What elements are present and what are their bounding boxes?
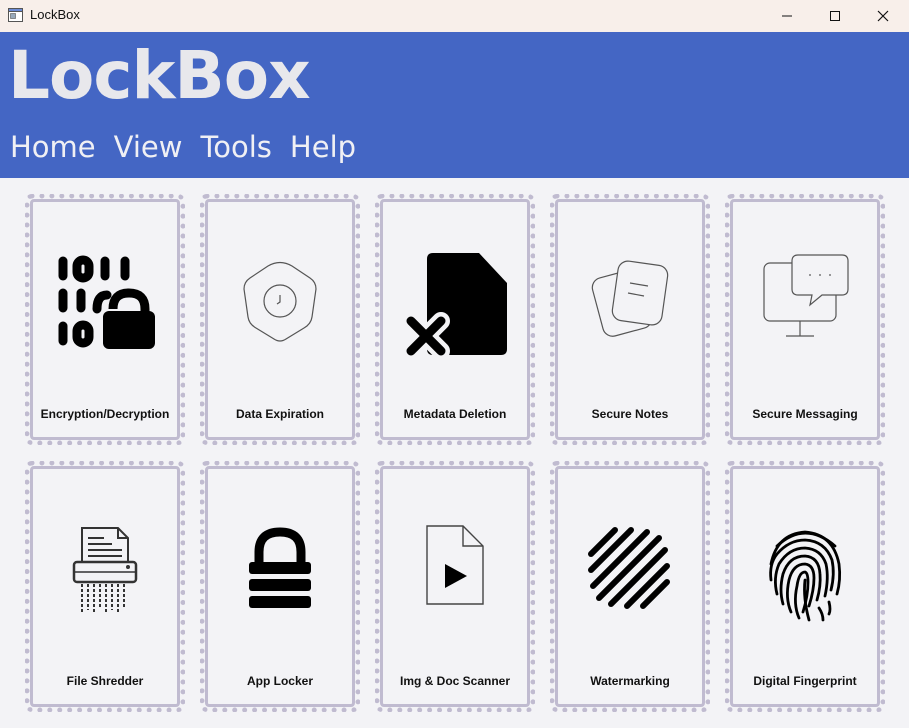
tool-card-watermarking[interactable]: Watermarking (550, 461, 710, 712)
tool-card-metadata-deletion[interactable]: Metadata Deletion (375, 194, 535, 445)
app-header: LockBox Home View Tools Help (0, 32, 909, 178)
tool-card-digital-fingerprint[interactable]: Digital Fingerprint (725, 461, 885, 712)
tool-label: Encryption/Decryption (40, 407, 170, 421)
tool-card-file-shredder[interactable]: File Shredder (25, 461, 185, 712)
minimize-icon (782, 15, 792, 17)
minimize-button[interactable] (764, 0, 810, 32)
menu-help[interactable]: Help (290, 133, 356, 162)
padlock-icon (205, 524, 355, 624)
shield-clock-icon (205, 251, 355, 356)
menu-view[interactable]: View (114, 133, 183, 162)
tool-label: App Locker (246, 674, 313, 688)
tool-card-secure-notes[interactable]: Secure Notes (550, 194, 710, 445)
maximize-button[interactable] (812, 0, 858, 32)
fingerprint-icon (730, 524, 880, 624)
main-menu: Home View Tools Help (10, 133, 356, 162)
brand-title: LockBox (8, 37, 311, 114)
tool-label: Secure Messaging (752, 407, 858, 421)
tool-card-app-locker[interactable]: App Locker (200, 461, 360, 712)
tool-label: Secure Notes (591, 407, 669, 421)
title-bar: LockBox (0, 0, 909, 32)
tool-label: Data Expiration (235, 407, 325, 421)
chat-monitor-icon (730, 251, 880, 356)
menu-tools[interactable]: Tools (200, 133, 271, 162)
stripes-icon (555, 524, 705, 624)
menu-home[interactable]: Home (10, 133, 96, 162)
close-icon (877, 10, 889, 22)
window-title: LockBox (30, 7, 80, 22)
tool-card-encryption[interactable]: Encryption/Decryption (25, 194, 185, 445)
tool-card-img-doc-scanner[interactable]: Img & Doc Scanner (375, 461, 535, 712)
tool-label: Img & Doc Scanner (399, 674, 511, 688)
file-delete-icon (380, 251, 530, 356)
maximize-icon (830, 11, 840, 21)
tool-label: Digital Fingerprint (753, 674, 857, 688)
tool-card-secure-messaging[interactable]: Secure Messaging (725, 194, 885, 445)
notes-icon (555, 251, 705, 356)
tool-label: Watermarking (590, 674, 670, 688)
tool-label: Metadata Deletion (403, 407, 507, 421)
file-play-icon (380, 524, 530, 624)
close-button[interactable] (860, 0, 906, 32)
binary-lock-icon (30, 251, 180, 356)
tool-card-data-expiration[interactable]: Data Expiration (200, 194, 360, 445)
app-window-icon (8, 8, 23, 22)
shredder-icon (30, 524, 180, 624)
tool-label: File Shredder (66, 674, 144, 688)
